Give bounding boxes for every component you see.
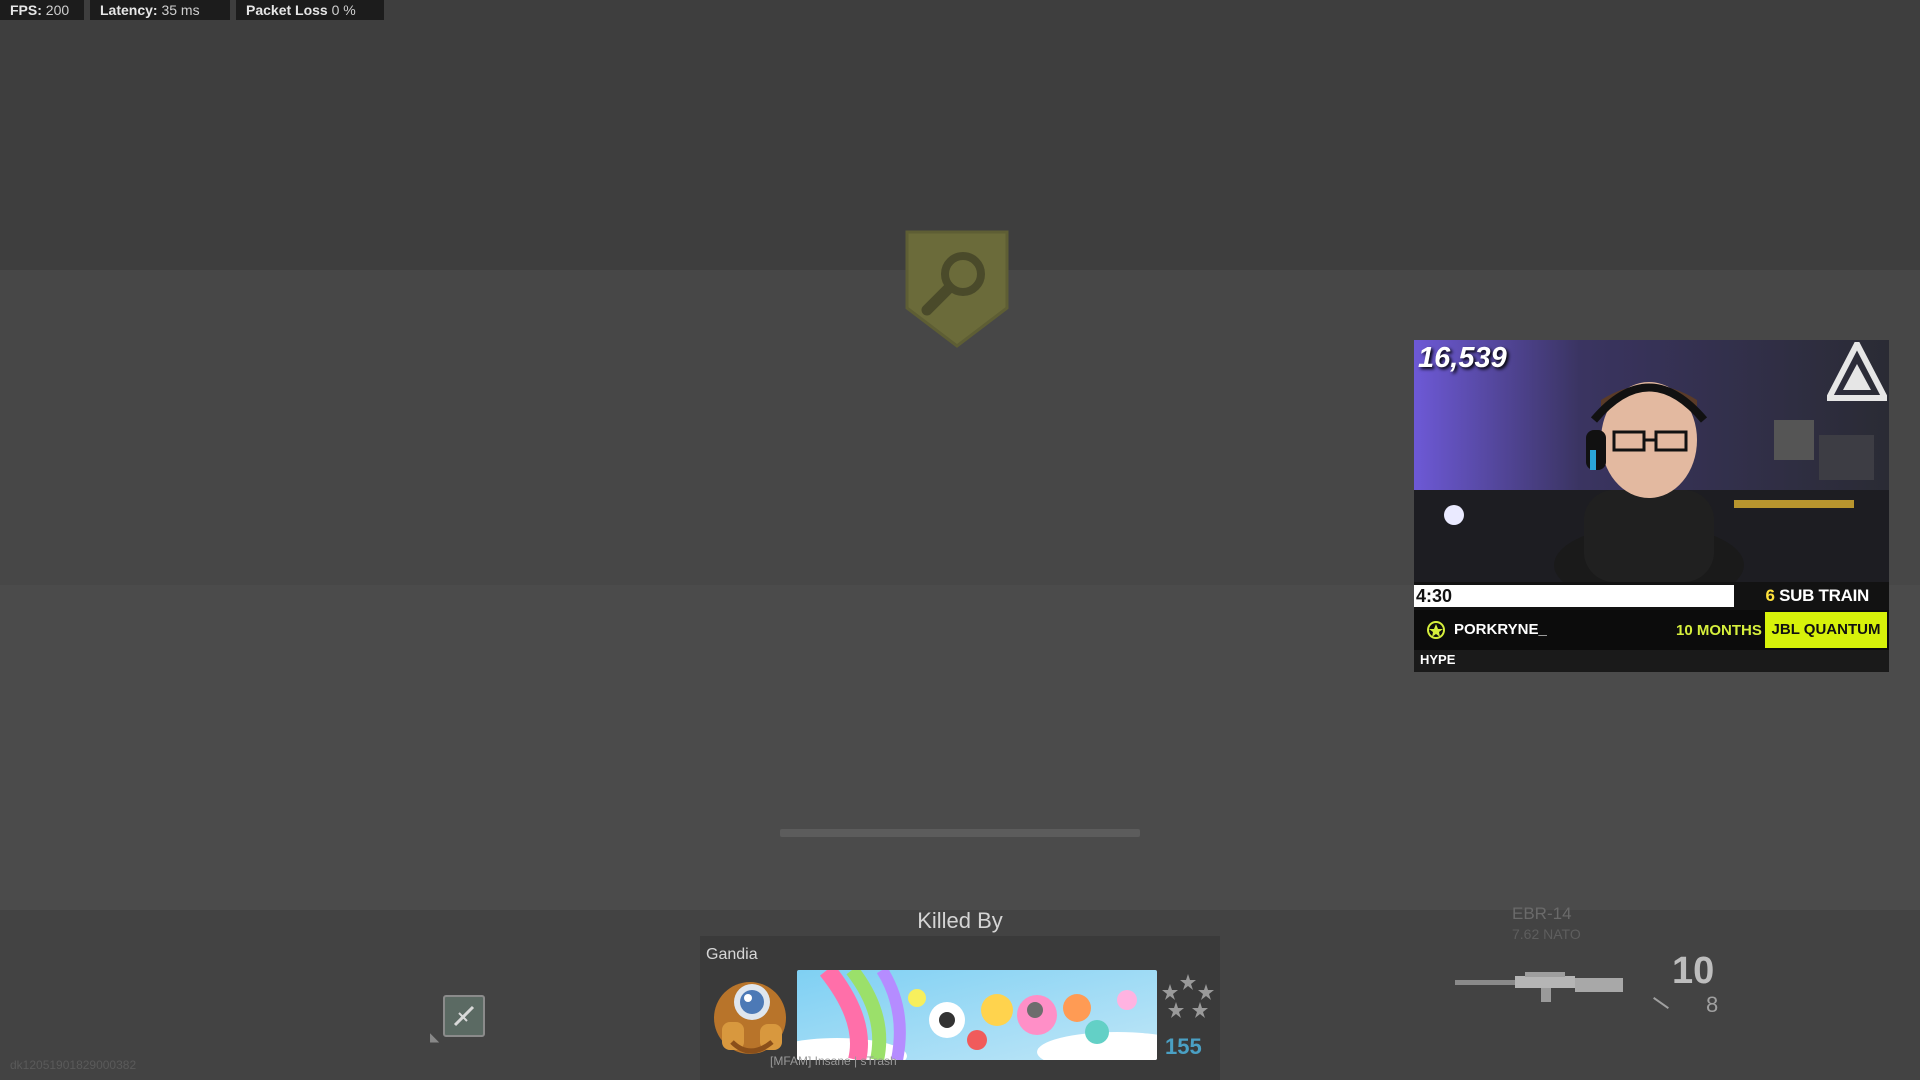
sub-train-text: SUB TRAIN bbox=[1779, 586, 1869, 605]
calling-card-image bbox=[797, 970, 1157, 1060]
weapon-ammo-type: 7.62 NATO bbox=[1512, 926, 1581, 942]
sub-timer-fill bbox=[1414, 585, 1734, 607]
sponsor-logo: JBL QUANTUM bbox=[1765, 612, 1887, 648]
ammo-magazine: 10 bbox=[1672, 950, 1715, 992]
tactical-equipment-slot bbox=[443, 995, 485, 1037]
subscriber-months: 10 MONTHS bbox=[1676, 622, 1762, 639]
subscriber-message-row: HYPE bbox=[1414, 650, 1889, 672]
subscriber-badge-icon bbox=[1427, 621, 1445, 639]
session-id: dk12051901829000382 bbox=[10, 1058, 137, 1072]
fps-counter: FPS: 200 bbox=[0, 0, 84, 20]
respawn-progress-bar bbox=[780, 829, 1140, 837]
webcam-feed bbox=[1414, 340, 1889, 582]
packet-loss-counter: Packet Loss 0 % bbox=[236, 0, 384, 20]
rifle-icon bbox=[1455, 972, 1623, 1002]
packet-loss-value: 0 % bbox=[331, 2, 356, 18]
subscriber-name: PORKRYNE_ bbox=[1454, 621, 1547, 638]
sub-train-count: 6 bbox=[1765, 586, 1775, 605]
sub-timer-bar: 4:30 bbox=[1414, 585, 1734, 607]
tactical-icon bbox=[453, 1005, 475, 1027]
killer-clan-tag: [MFAM] Insane | sTrash bbox=[770, 1054, 897, 1068]
sub-train-label: 6 SUB TRAIN bbox=[1765, 586, 1870, 606]
killer-emblem-icon bbox=[714, 982, 786, 1054]
sub-timer: 4:30 bbox=[1416, 586, 1453, 606]
killer-name: Gandia bbox=[706, 946, 758, 963]
packet-loss-label: Packet Loss bbox=[246, 2, 328, 18]
performance-bar: FPS: 200 Latency: 35 ms Packet Loss 0 % bbox=[0, 0, 384, 20]
fps-label: FPS: bbox=[10, 2, 42, 18]
stream-overlay: 16,539 4:30 6 SUB TRAIN PORKRYNE_ 10 MON… bbox=[1414, 340, 1889, 672]
subscriber-row: PORKRYNE_ 10 MONTHS JBL QUANTUM bbox=[1414, 610, 1889, 650]
subscriber-message: HYPE bbox=[1420, 652, 1456, 667]
sub-train-row: 4:30 6 SUB TRAIN bbox=[1414, 582, 1889, 610]
tactical-arrow-icon: ◣ bbox=[430, 1030, 440, 1044]
killed-by-title: Killed By bbox=[917, 908, 1003, 933]
search-shield-icon bbox=[905, 230, 1009, 348]
weapon-name: EBR-14 bbox=[1512, 904, 1572, 923]
ammo-reserve: 8 bbox=[1706, 992, 1719, 1017]
latency-counter: Latency: 35 ms bbox=[90, 0, 230, 20]
viewer-count: 16,539 bbox=[1418, 342, 1507, 374]
teep-logo-icon bbox=[1827, 342, 1887, 401]
latency-label: Latency: bbox=[100, 2, 158, 18]
latency-value: 35 ms bbox=[161, 2, 200, 18]
killer-level: 155 bbox=[1165, 1034, 1202, 1059]
fps-value: 200 bbox=[45, 2, 70, 18]
prestige-stars-icon bbox=[1162, 974, 1214, 1018]
